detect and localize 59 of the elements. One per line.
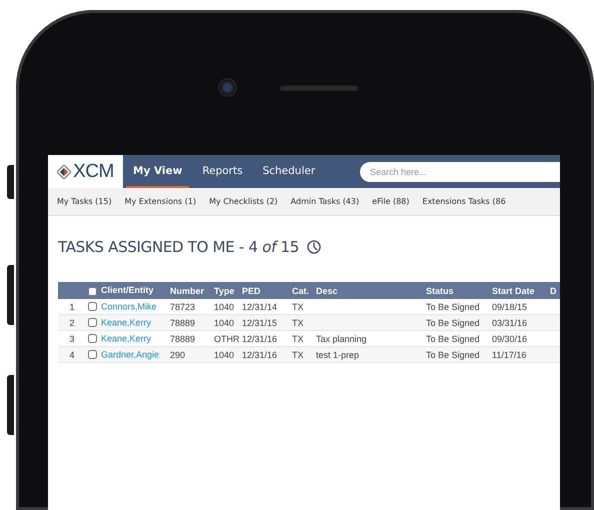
table-cell: 78889 (168, 314, 212, 330)
sub-nav-link[interactable]: My Tasks (15) (57, 197, 112, 206)
sub-nav-link[interactable]: eFile (88) (372, 197, 410, 206)
column-header: PED (240, 282, 290, 299)
table-cell: 12/31/16 (240, 330, 290, 346)
table-cell: TX (290, 314, 314, 330)
table-cell: OTHR (212, 330, 240, 346)
nav-tab[interactable]: Scheduler (256, 155, 322, 188)
table-cell: 78889 (168, 330, 212, 346)
table-cell: 12/31/14 (240, 299, 290, 314)
sub-nav-link[interactable]: My Checklists (2) (209, 197, 278, 206)
table-cell: To Be Signed (424, 314, 490, 330)
table-cell: Tax planning (314, 330, 424, 346)
column-header: Start Date (490, 282, 548, 299)
column-header: Status (424, 282, 490, 299)
row-number: 1 (58, 299, 86, 314)
row-number: 2 (58, 314, 86, 330)
diamond-logo-icon (57, 164, 72, 178)
table-cell: 09/18/15 (490, 299, 548, 314)
column-header: Number (168, 282, 212, 299)
row-number: 3 (58, 330, 86, 346)
row-checkbox[interactable] (88, 302, 97, 312)
table-cell: To Be Signed (424, 346, 490, 362)
column-header: Cat. (290, 282, 314, 299)
table-cell: TX (290, 330, 314, 346)
sub-nav-link[interactable]: Extensions Tasks (86 (422, 197, 506, 206)
table-cell: 09/30/16 (490, 330, 548, 346)
table-cell: To Be Signed (424, 330, 490, 346)
table-cell: 290 (168, 346, 212, 362)
table-cell: 03/31/16 (490, 314, 548, 330)
table-cell: 12/31/15 (240, 314, 290, 330)
row-checkbox[interactable] (88, 318, 97, 328)
table-cell: 11/17/16 (490, 346, 548, 362)
search-field[interactable]: Search here... (360, 162, 560, 182)
speaker-icon (278, 84, 358, 91)
nav-tab[interactable]: Reports (195, 155, 250, 188)
sub-nav-link[interactable]: My Extensions (1) (124, 197, 196, 206)
camera-icon (220, 80, 234, 95)
sub-nav-link[interactable]: Admin Tasks (43) (290, 197, 360, 206)
table-cell: 12/31/16 (240, 346, 290, 362)
column-header: Type (212, 282, 240, 299)
column-header: D (548, 282, 560, 299)
column-header: Desc (314, 282, 424, 299)
table-cell: 1040 (212, 314, 240, 330)
table-cell: 78723 (168, 299, 212, 314)
column-header-label: Client/Entity (101, 285, 154, 296)
row-number: 4 (58, 346, 86, 362)
table-cell: TX (290, 299, 314, 314)
logo-text: XCM (73, 160, 114, 182)
clock-icon[interactable] (307, 240, 322, 254)
page-title: TASKS ASSIGNED TO ME - 4 of 15 (58, 238, 300, 256)
table-cell: 1040 (212, 299, 240, 314)
row-checkbox[interactable] (88, 350, 97, 360)
table-cell: TX (290, 346, 314, 362)
table-cell: 1040 (212, 346, 240, 362)
row-checkbox[interactable] (88, 334, 97, 344)
select-all-checkbox[interactable] (88, 286, 97, 296)
table-cell: test 1-prep (314, 346, 424, 362)
table-cell: To Be Signed (424, 299, 490, 314)
